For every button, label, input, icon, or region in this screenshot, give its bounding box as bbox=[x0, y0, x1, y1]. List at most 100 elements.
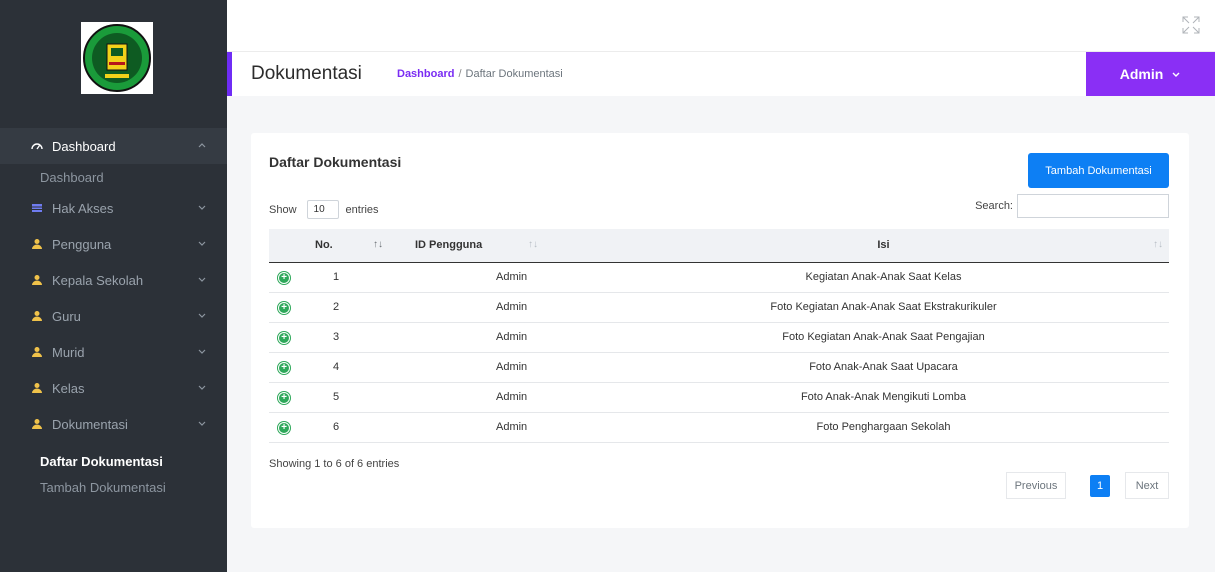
add-documentation-button[interactable]: Tambah Dokumentasi bbox=[1028, 153, 1169, 188]
sidebar-item-label: Hak Akses bbox=[52, 200, 114, 216]
sidebar-item-kelas[interactable]: Kelas bbox=[0, 370, 227, 406]
chevron-down-icon bbox=[198, 421, 206, 426]
column-header-isi[interactable]: Isi ↑↓ bbox=[598, 229, 1169, 263]
sidebar-item-label: Kelas bbox=[52, 380, 85, 396]
expand-row-icon[interactable]: + bbox=[278, 391, 290, 404]
sidebar-item-pengguna[interactable]: Pengguna bbox=[0, 226, 227, 262]
sort-icon: ↑↓ bbox=[1153, 239, 1163, 250]
entries-length-control: Show 10 entries bbox=[269, 200, 379, 219]
cell-isi: Foto Penghargaan Sekolah bbox=[598, 412, 1169, 443]
topbar bbox=[227, 0, 1215, 52]
row-expand-cell: + bbox=[269, 292, 315, 323]
cell-no: 6 bbox=[315, 412, 415, 443]
dashboard-icon bbox=[31, 140, 43, 152]
row-expand-cell: + bbox=[269, 382, 315, 413]
sidebar-item-dashboard[interactable]: Dashboard bbox=[0, 128, 227, 164]
sort-asc-icon: ↑↓ bbox=[373, 239, 383, 250]
user-menu-button[interactable]: Admin bbox=[1086, 52, 1215, 96]
sidebar-item-murid[interactable]: Murid bbox=[0, 334, 227, 370]
column-header-no[interactable]: No. ↑↓ bbox=[315, 229, 415, 263]
sidebar-item-kepala-sekolah[interactable]: Kepala Sekolah bbox=[0, 262, 227, 298]
chevron-down-icon bbox=[198, 277, 206, 282]
search-label: Search: bbox=[975, 200, 1013, 212]
expand-row-icon[interactable]: + bbox=[278, 271, 290, 284]
show-label: Show bbox=[269, 203, 297, 216]
chevron-down-icon bbox=[198, 205, 206, 210]
card-title: Daftar Dokumentasi bbox=[269, 154, 402, 170]
documentation-table: No. ↑↓ ID Pengguna ↑↓ Isi ↑↓ +1 Admin Ke… bbox=[269, 229, 1169, 443]
table-row: +5 Admin Foto Anak-Anak Mengikuti Lomba bbox=[269, 382, 1169, 413]
sidebar-item-label: Guru bbox=[52, 308, 81, 324]
table-row: +3 Admin Foto Kegiatan Anak-Anak Saat Peng… bbox=[269, 322, 1169, 353]
documentation-card: Daftar Dokumentasi Tambah Dokumentasi Sh… bbox=[251, 133, 1189, 528]
table-row: +6 Admin Foto Penghargaan Sekolah bbox=[269, 412, 1169, 443]
expand-row-icon[interactable]: + bbox=[278, 361, 290, 374]
user-icon bbox=[31, 238, 43, 250]
column-header-label: No. bbox=[315, 239, 333, 252]
breadcrumb: Dashboard / Daftar Dokumentasi bbox=[397, 68, 563, 80]
cell-no: 5 bbox=[315, 382, 415, 413]
sidebar-subitem-dashboard[interactable]: Dashboard bbox=[0, 164, 227, 190]
sidebar: Dashboard Dashboard Hak Akses Pengguna K… bbox=[0, 0, 227, 572]
sidebar-subitem-daftar-dokumentasi[interactable]: Daftar Dokumentasi bbox=[0, 448, 227, 474]
pagination-page-1[interactable]: 1 bbox=[1090, 474, 1110, 497]
sidebar-item-dokumentasi[interactable]: Dokumentasi bbox=[0, 406, 227, 442]
user-icon bbox=[31, 418, 43, 430]
page-title: Dokumentasi bbox=[251, 63, 362, 84]
sidebar-item-hak-akses[interactable]: Hak Akses bbox=[0, 190, 227, 226]
user-icon bbox=[31, 382, 43, 394]
row-expand-cell: + bbox=[269, 262, 315, 293]
pagination-previous[interactable]: Previous bbox=[1006, 472, 1066, 499]
cell-id-pengguna: Admin bbox=[415, 292, 598, 323]
chevron-down-icon bbox=[1172, 72, 1180, 77]
table-body: +1 Admin Kegiatan Anak-Anak Saat Kelas +2 Ad… bbox=[269, 262, 1169, 443]
breadcrumb-link-dashboard[interactable]: Dashboard bbox=[397, 68, 454, 80]
search-input[interactable] bbox=[1017, 194, 1169, 218]
table-info: Showing 1 to 6 of 6 entries bbox=[269, 458, 400, 470]
user-icon bbox=[31, 274, 43, 286]
table-header-row: No. ↑↓ ID Pengguna ↑↓ Isi ↑↓ bbox=[269, 229, 1169, 263]
cell-isi: Foto Anak-Anak Saat Upacara bbox=[598, 352, 1169, 383]
entries-select-value: 10 bbox=[313, 204, 325, 215]
app-root: Dashboard Dashboard Hak Akses Pengguna K… bbox=[0, 0, 1215, 572]
main-content: Daftar Dokumentasi Tambah Dokumentasi Sh… bbox=[227, 96, 1215, 572]
sidebar-item-label: Dashboard bbox=[52, 138, 116, 154]
cell-isi: Kegiatan Anak-Anak Saat Kelas bbox=[598, 262, 1169, 293]
cell-isi: Foto Anak-Anak Mengikuti Lomba bbox=[598, 382, 1169, 413]
cell-isi: Foto Kegiatan Anak-Anak Saat Ekstrakurik… bbox=[598, 292, 1169, 323]
cell-no: 3 bbox=[315, 322, 415, 353]
column-header-label: Isi bbox=[877, 239, 890, 252]
expand-row-icon[interactable]: + bbox=[278, 301, 290, 314]
table-row: +4 Admin Foto Anak-Anak Saat Upacara bbox=[269, 352, 1169, 383]
cell-isi: Foto Kegiatan Anak-Anak Saat Pengajian bbox=[598, 322, 1169, 353]
chevron-down-icon bbox=[198, 385, 206, 390]
sidebar-item-label: Murid bbox=[52, 344, 85, 360]
row-expand-cell: + bbox=[269, 352, 315, 383]
cell-id-pengguna: Admin bbox=[415, 262, 598, 293]
cell-id-pengguna: Admin bbox=[415, 322, 598, 353]
column-header-label: ID Pengguna bbox=[415, 239, 483, 252]
sidebar-item-label: Dokumentasi bbox=[52, 416, 128, 432]
column-header-id-pengguna[interactable]: ID Pengguna ↑↓ bbox=[415, 229, 598, 263]
sidebar-item-guru[interactable]: Guru bbox=[0, 298, 227, 334]
cell-no: 1 bbox=[315, 262, 415, 293]
expand-row-icon[interactable]: + bbox=[278, 421, 290, 434]
cell-no: 2 bbox=[315, 292, 415, 323]
entries-select[interactable]: 10 bbox=[306, 200, 339, 219]
cell-no: 4 bbox=[315, 352, 415, 383]
breadcrumb-separator: / bbox=[458, 68, 462, 80]
expand-row-icon[interactable]: + bbox=[278, 331, 290, 344]
pagination-next[interactable]: Next bbox=[1125, 472, 1169, 499]
chevron-down-icon bbox=[198, 241, 206, 246]
header-accent-bar bbox=[227, 52, 232, 96]
fullscreen-icon[interactable] bbox=[1182, 16, 1200, 34]
user-icon bbox=[31, 346, 43, 358]
cell-id-pengguna: Admin bbox=[415, 412, 598, 443]
page-header: Dokumentasi Dashboard / Daftar Dokumentasi… bbox=[227, 52, 1215, 96]
row-expand-cell: + bbox=[269, 412, 315, 443]
sidebar-subitem-tambah-dokumentasi[interactable]: Tambah Dokumentasi bbox=[0, 474, 227, 500]
sidebar-nav: Dashboard Dashboard Hak Akses Pengguna K… bbox=[0, 128, 227, 500]
cell-id-pengguna: Admin bbox=[415, 352, 598, 383]
school-logo bbox=[81, 22, 153, 94]
cell-id-pengguna: Admin bbox=[415, 382, 598, 413]
